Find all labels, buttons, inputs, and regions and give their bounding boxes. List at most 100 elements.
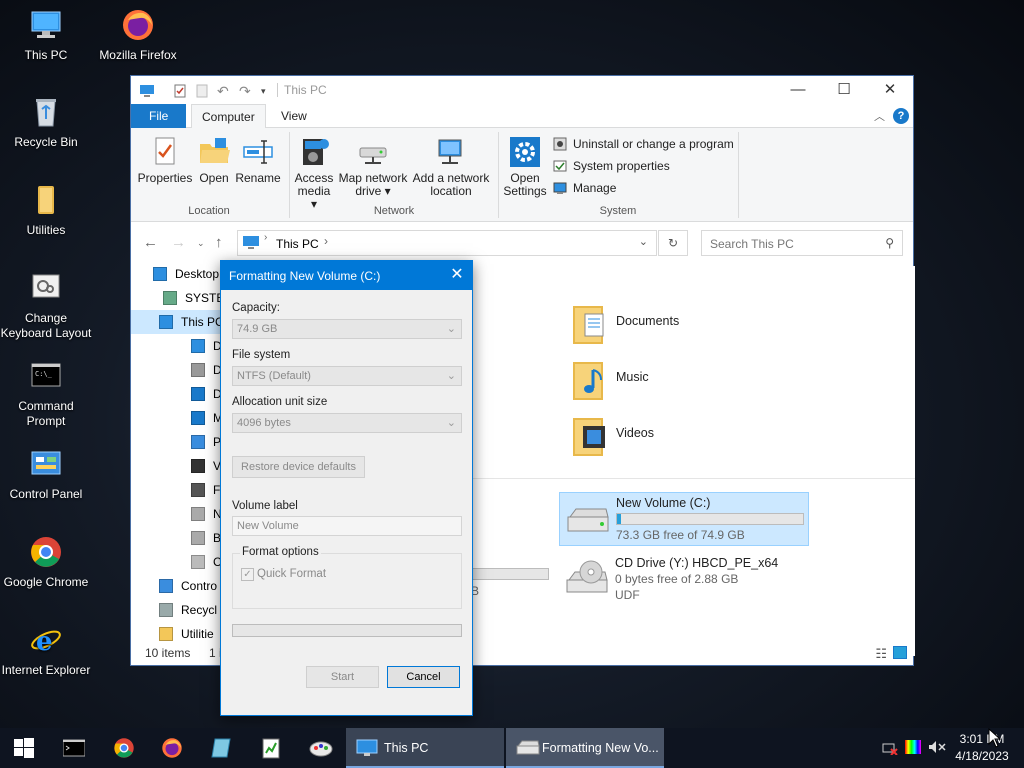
up-arrow-icon[interactable]: ↑ [215,234,223,251]
pictures-icon [191,435,205,449]
folder-music[interactable]: Music [571,358,731,402]
network-disconnected-icon[interactable] [882,741,898,758]
drive-new-volume-c[interactable]: New Volume (C:) 73.3 GB free of 74.9 GB [559,492,809,546]
dialog-close-button[interactable]: ✕ [442,261,472,290]
taskbar-window-this-pc[interactable]: This PC [346,728,504,768]
media-icon [298,136,330,168]
nav-item[interactable]: Pictur [131,430,223,454]
restore-defaults-button[interactable]: Restore device defaults [232,456,365,478]
clock[interactable]: 3:01 PM 4/18/2023 [950,731,1014,765]
uninstall-program-button[interactable]: Uninstall or change a program [553,137,734,151]
breadcrumb-this-pc[interactable]: This PC [276,237,319,251]
folder-label: Documents [616,314,680,328]
taskbar-spreadsheet[interactable] [246,728,294,768]
details-view-icon[interactable]: ☷ [875,646,887,662]
tab-view[interactable]: View [271,104,317,128]
documents-icon [191,363,205,377]
search-input[interactable]: Search This PC ⚲ [701,230,903,256]
taskbar-window-format[interactable]: Formatting New Vo... [506,728,664,768]
nav-item[interactable]: Deskt [131,334,223,358]
start-button[interactable] [0,728,48,768]
nav-item[interactable]: New V [131,502,223,526]
quick-format-checkbox[interactable]: ✓ [241,568,254,581]
desktop-icon-recycle-bin[interactable]: Recycle Bin [0,95,92,150]
maximize-button[interactable]: ☐ [821,76,867,104]
tab-file[interactable]: File [131,104,187,128]
taskbar-chrome[interactable] [100,728,148,768]
open-settings-button[interactable]: Open Settings [503,136,547,198]
manage-button[interactable]: Manage [553,181,616,195]
taskbar-window-label: Formatting New Vo... [542,741,659,755]
refresh-button[interactable]: ↻ [658,230,688,256]
keyboard-icon [29,271,63,305]
desktop-icon-command-prompt[interactable]: C:\_ Command Prompt [0,359,92,429]
volume-muted-icon[interactable] [928,740,946,757]
nav-item[interactable]: Down [131,382,223,406]
allocation-size-select[interactable]: 4096 bytes ⌄ [232,413,462,433]
group-location-label: Location [188,205,230,217]
hidden-drive-usage-bar [471,568,549,580]
redo-icon[interactable]: ↷ [239,84,253,98]
desktop-icon-utilities[interactable]: Utilities [0,183,92,238]
folder-documents[interactable]: Documents [571,302,731,346]
taskbar-paint[interactable] [296,728,344,768]
clock-time: 3:01 PM [959,732,1005,746]
new-folder-quick-icon[interactable] [195,84,209,98]
rename-button[interactable]: Rename [235,136,281,185]
access-media-button[interactable]: Access media ▾ [293,136,335,211]
minimize-button[interactable]: — [775,76,821,104]
address-bar[interactable]: › This PC › ⌄ [237,230,657,256]
display-settings-icon[interactable] [905,740,921,754]
nav-item[interactable]: Flopp [131,478,223,502]
drive-name: CD Drive (Y:) HBCD_PE_x64 [615,556,779,570]
nav-item[interactable]: Video [131,454,223,478]
tab-computer[interactable]: Computer [191,104,266,129]
manage-label: Manage [573,181,617,195]
nav-item[interactable]: Desktop [131,266,223,286]
nav-item[interactable]: Contro [131,574,223,598]
undo-icon[interactable]: ↶ [217,84,231,98]
nav-item-label: Desktop [175,267,220,281]
file-system-select[interactable]: NTFS (Default) ⌄ [232,366,462,386]
desktop-icon-chrome[interactable]: Google Chrome [0,535,92,590]
desktop-icon-this-pc[interactable]: This PC [0,8,92,63]
customize-toolbar-icon[interactable]: ▾ [261,84,275,98]
help-icon[interactable]: ? [893,108,909,124]
nav-item[interactable]: Music [131,406,223,430]
nav-item[interactable]: Boot [131,526,223,550]
breadcrumb-chevron-icon[interactable]: › [324,234,328,248]
properties-quick-icon[interactable] [173,84,187,98]
recent-locations-icon[interactable]: ⌄ [197,238,205,249]
desktop-icon-keyboard-layout[interactable]: Change Keyboard Layout [0,271,92,341]
forward-arrow-icon[interactable]: → [171,234,186,251]
taskbar-firefox[interactable] [148,728,196,768]
back-arrow-icon[interactable]: ← [143,234,158,251]
add-network-location-button[interactable]: Add a network location [411,136,491,198]
nav-item[interactable]: Docu [131,358,223,382]
folder-videos[interactable]: Videos [571,414,731,458]
properties-button[interactable]: Properties [137,136,193,185]
documents-folder-icon [571,302,607,349]
nav-item[interactable]: SYSTEM [131,286,223,310]
desktop-icon-control-panel[interactable]: Control Panel [0,447,92,502]
taskbar-notepad[interactable] [196,728,244,768]
taskbar-command-prompt[interactable] [50,728,98,768]
cancel-button[interactable]: Cancel [387,666,460,688]
capacity-select[interactable]: 74.9 GB ⌄ [232,319,462,339]
collapse-ribbon-icon[interactable]: ︿ [874,108,885,124]
nav-item[interactable]: This PC [131,310,223,334]
desktop-icon-internet-explorer[interactable]: e Internet Explorer [0,623,92,678]
open-button[interactable]: Open [195,136,233,185]
drive-cd-y[interactable]: CD Drive (Y:) HBCD_PE_x64 0 bytes free o… [559,554,809,608]
desktop-icon-label: Mozilla Firefox [99,48,177,62]
start-button[interactable]: Start [306,666,379,688]
tiles-view-icon[interactable] [893,646,907,659]
address-dropdown-icon[interactable]: ⌄ [639,235,648,248]
nav-item[interactable]: CD Dr [131,550,223,574]
close-button[interactable]: ✕ [867,76,913,104]
map-network-drive-button[interactable]: Map network drive ▾ [337,136,409,198]
volume-label-input[interactable]: New Volume [232,516,462,536]
system-properties-button[interactable]: System properties [553,159,670,173]
desktop-icon-firefox[interactable]: Mozilla Firefox [92,8,184,63]
nav-item[interactable]: Recycl [131,598,223,622]
